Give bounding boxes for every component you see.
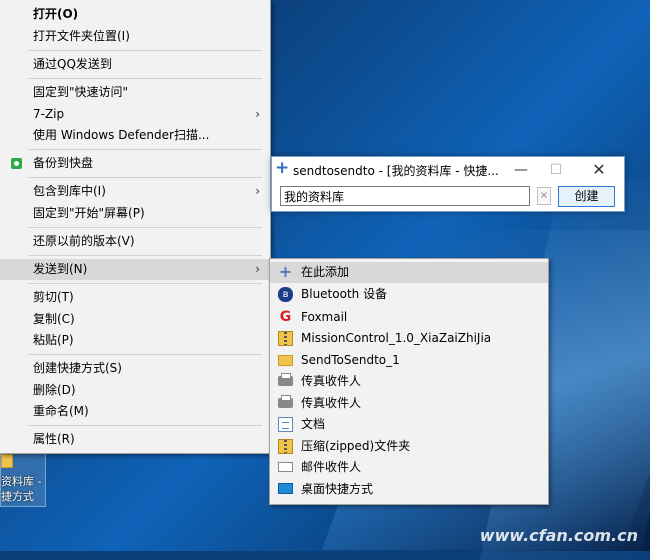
desktop-shortcut[interactable]: 资料库 - 捷方式 <box>0 449 46 507</box>
menu-separator <box>28 255 262 256</box>
sendtosendto-dialog: + sendtosendto - [我的资料库 - 快捷... — ☐ ✕ × … <box>271 156 625 212</box>
menu-item-restore-versions[interactable]: 还原以前的版本(V) <box>0 231 270 252</box>
menu-item-rename[interactable]: 重命名(M) <box>0 401 270 422</box>
send-to-zip[interactable]: 压缩(zipped)文件夹 <box>270 436 548 457</box>
bluetooth-icon: ʙ <box>278 287 293 302</box>
menu-item-cut[interactable]: 剪切(T) <box>0 287 270 308</box>
menu-item-create-shortcut[interactable]: 创建快捷方式(S) <box>0 358 270 379</box>
maximize-button[interactable]: ☐ <box>541 160 571 180</box>
send-to-documents[interactable]: 文档 <box>270 414 548 435</box>
menu-separator <box>28 78 262 79</box>
create-button[interactable]: 创建 <box>558 186 615 207</box>
foxmail-icon: G <box>279 309 292 325</box>
menu-item-pin-quick-access[interactable]: 固定到"快速访问" <box>0 82 270 103</box>
zip-folder-icon <box>278 439 293 454</box>
menu-item-properties[interactable]: 属性(R) <box>0 429 270 450</box>
chevron-right-icon: › <box>255 262 260 276</box>
menu-item-paste[interactable]: 粘贴(P) <box>0 330 270 351</box>
zip-folder-icon <box>278 331 293 346</box>
send-to-mail[interactable]: 邮件收件人 <box>270 457 548 478</box>
menu-item-include-library[interactable]: 包含到库中(I) › <box>0 181 270 202</box>
menu-separator <box>28 283 262 284</box>
menu-item-backup-kuaipan[interactable]: 备份到快盘 <box>0 153 270 174</box>
menu-item-open-location[interactable]: 打开文件夹位置(I) <box>0 26 270 47</box>
plus-icon: + <box>275 158 290 178</box>
folder-icon <box>278 355 293 366</box>
kuaipan-icon <box>11 158 22 169</box>
menu-item-defender-scan[interactable]: 使用 Windows Defender扫描... <box>0 125 270 146</box>
folder-icon <box>1 454 13 468</box>
chevron-right-icon: › <box>255 184 260 198</box>
send-to-sendtosendto[interactable]: SendToSendto_1 <box>270 350 548 371</box>
menu-item-pin-start[interactable]: 固定到"开始"屏幕(P) <box>0 203 270 224</box>
menu-item-delete[interactable]: 删除(D) <box>0 380 270 401</box>
clear-input-button[interactable]: × <box>537 187 551 205</box>
fax-icon <box>278 373 293 386</box>
send-to-fax-1[interactable]: 传真收件人 <box>270 371 548 392</box>
menu-separator <box>28 227 262 228</box>
menu-item-open[interactable]: 打开(O) <box>0 4 270 25</box>
mail-icon <box>278 462 293 472</box>
minimize-button[interactable]: — <box>506 160 536 180</box>
send-to-missioncontrol[interactable]: MissionControl_1.0_XiaZaiZhiJia <box>270 328 548 349</box>
send-to-add-here[interactable]: + 在此添加 <box>270 262 548 283</box>
menu-separator <box>28 425 262 426</box>
menu-item-7zip[interactable]: 7-Zip › <box>0 104 270 125</box>
menu-item-send-via-qq[interactable]: 通过QQ发送到 <box>0 54 270 75</box>
watermark: www.cfan.com.cn <box>479 526 638 545</box>
desktop-icon <box>278 483 293 494</box>
close-button[interactable]: ✕ <box>584 160 614 180</box>
send-to-bluetooth[interactable]: ʙ Bluetooth 设备 <box>270 284 548 305</box>
context-menu: 打开(O) 打开文件夹位置(I) 通过QQ发送到 固定到"快速访问" 7-Zip… <box>0 0 271 454</box>
dialog-title: sendtosendto - [我的资料库 - 快捷... <box>293 164 499 178</box>
menu-item-copy[interactable]: 复制(C) <box>0 309 270 330</box>
menu-separator <box>28 149 262 150</box>
document-icon <box>278 417 293 432</box>
send-to-fax-2[interactable]: 传真收件人 <box>270 393 548 414</box>
fax-icon <box>278 395 293 408</box>
desktop-shortcut-label: 资料库 - 捷方式 <box>1 475 42 503</box>
menu-separator <box>28 354 262 355</box>
menu-separator <box>28 177 262 178</box>
send-to-desktop[interactable]: 桌面快捷方式 <box>270 479 548 500</box>
send-to-submenu: + 在此添加 ʙ Bluetooth 设备 G Foxmail MissionCont… <box>269 258 549 505</box>
menu-item-send-to[interactable]: 发送到(N) › <box>0 259 270 280</box>
menu-separator <box>28 50 262 51</box>
chevron-right-icon: › <box>255 107 260 121</box>
send-to-foxmail[interactable]: G Foxmail <box>270 307 548 328</box>
dialog-title-bar[interactable]: + sendtosendto - [我的资料库 - 快捷... — ☐ ✕ <box>272 157 624 183</box>
plus-icon: + <box>278 262 293 281</box>
shortcut-name-input[interactable] <box>280 186 530 206</box>
